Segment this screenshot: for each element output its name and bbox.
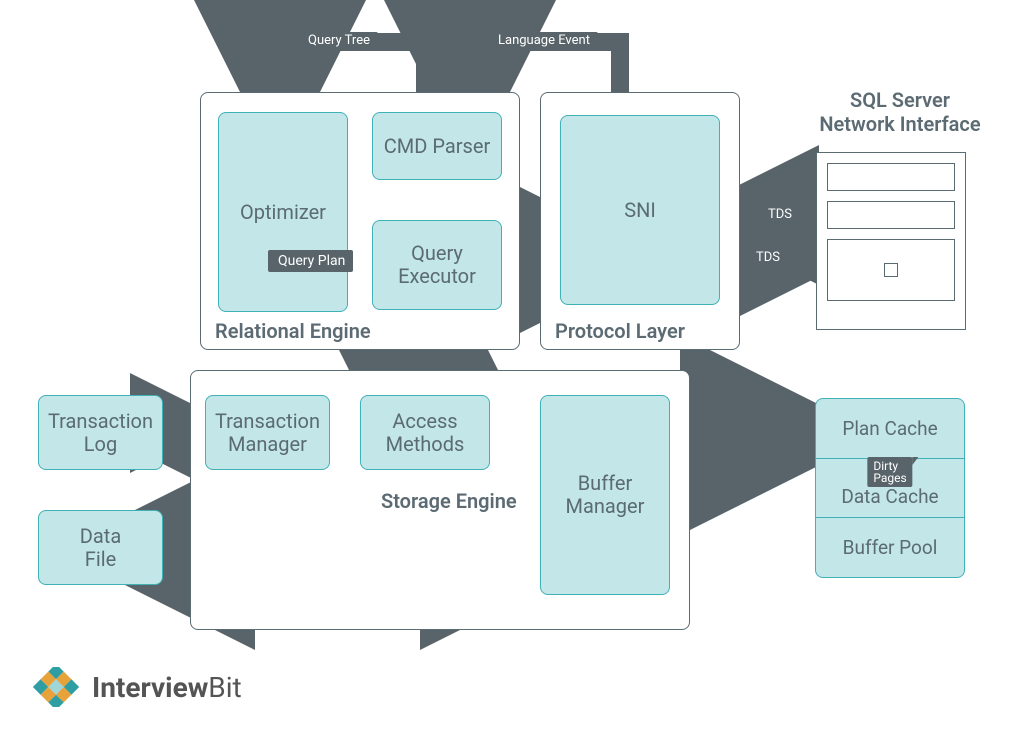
language-event-label: Language Event bbox=[490, 32, 598, 49]
query-executor-label: Query Executor bbox=[398, 242, 476, 288]
tds-in-label: TDS bbox=[760, 206, 800, 223]
query-plan-label: Query Plan bbox=[268, 250, 353, 272]
access-methods-label: Access Methods bbox=[386, 410, 465, 456]
transaction-log-box: Transaction Log bbox=[38, 395, 163, 470]
transaction-log-label: Transaction Log bbox=[48, 410, 153, 456]
buffer-pool-stack: Plan Cache Dirty Pages Data Cache Buffer… bbox=[815, 398, 965, 578]
tds-out-label: TDS bbox=[748, 249, 788, 266]
plan-cache-cell: Plan Cache bbox=[816, 399, 964, 458]
buffer-manager-box: Buffer Manager bbox=[540, 395, 670, 595]
cmd-parser-label: CMD Parser bbox=[384, 135, 490, 158]
buffer-pool-cell: Buffer Pool bbox=[816, 517, 964, 577]
buffer-manager-label: Buffer Manager bbox=[566, 472, 645, 518]
query-executor-box: Query Executor bbox=[372, 220, 502, 310]
data-file-box: Data File bbox=[38, 510, 163, 585]
transaction-manager-box: Transaction Manager bbox=[205, 395, 330, 470]
transaction-manager-label: Transaction Manager bbox=[215, 410, 320, 456]
dirty-pages-tag: Dirty Pages bbox=[867, 457, 912, 487]
protocol-layer-title: Protocol Layer bbox=[555, 319, 685, 343]
data-cache-cell: Dirty Pages Data Cache bbox=[816, 458, 964, 518]
interviewbit-logo: InterviewBit bbox=[28, 667, 242, 707]
server-rack-icon bbox=[816, 152, 966, 330]
optimizer-box: Optimizer bbox=[218, 112, 348, 312]
logo-text: InterviewBit bbox=[92, 671, 242, 704]
sni-box: SNI bbox=[560, 115, 720, 305]
interviewbit-logo-icon bbox=[28, 667, 84, 707]
storage-engine-title: Storage Engine bbox=[381, 489, 517, 513]
sni-label: SNI bbox=[624, 199, 656, 222]
data-file-label: Data File bbox=[80, 525, 121, 571]
query-tree-label: Query Tree bbox=[300, 32, 378, 49]
relational-engine-title: Relational Engine bbox=[215, 319, 371, 343]
optimizer-label: Optimizer bbox=[240, 201, 326, 224]
cmd-parser-box: CMD Parser bbox=[372, 112, 502, 180]
access-methods-box: Access Methods bbox=[360, 395, 490, 470]
sql-server-ni-title: SQL Server Network Interface bbox=[800, 88, 1000, 136]
